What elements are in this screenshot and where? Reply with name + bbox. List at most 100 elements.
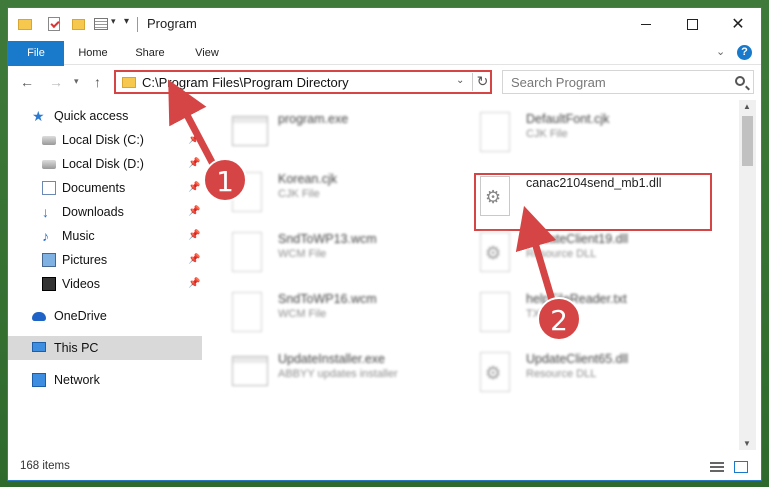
ribbon: File Home Share View ⌄ ? <box>8 41 761 97</box>
navigation-pane: ★ Quick access Local Disk (C:) 📌 Local D… <box>8 100 202 450</box>
scrollbar-thumb[interactable] <box>742 116 753 166</box>
pin-icon[interactable]: 📌 <box>188 224 200 248</box>
file-item[interactable]: UpdateClient65.dll Resource DLL <box>452 348 692 404</box>
search-box[interactable]: Search Program <box>502 70 754 94</box>
onedrive-icon <box>32 312 46 321</box>
videos-icon <box>42 277 56 291</box>
file-name: SndToWP16.wcm <box>278 292 377 306</box>
address-dropdown-icon[interactable]: ⌄ <box>456 75 464 86</box>
refresh-icon[interactable]: ↻ <box>472 73 492 91</box>
minimize-button[interactable] <box>623 8 669 40</box>
file-type: Resource DLL <box>526 368 597 380</box>
window-title: Program <box>147 16 197 31</box>
file-item[interactable]: UpdateInstaller.exe ABBYY updates instal… <box>204 348 444 404</box>
up-arrow-icon[interactable]: ↑ <box>94 74 101 90</box>
pin-icon[interactable]: 📌 <box>188 176 200 200</box>
sidebar-item-label: Network <box>54 373 100 387</box>
sidebar-item-local-disk-c[interactable]: Local Disk (C:) 📌 <box>8 128 202 152</box>
quick-access-properties-icon[interactable] <box>94 18 108 30</box>
star-icon: ★ <box>32 108 45 124</box>
file-item[interactable]: program.exe <box>204 108 444 164</box>
pin-icon[interactable]: 📌 <box>188 272 200 296</box>
sidebar-item-label: Documents <box>62 181 126 195</box>
sidebar-item-music[interactable]: ♪ Music 📌 <box>8 224 202 248</box>
forward-arrow-icon[interactable]: → <box>49 74 63 90</box>
new-folder-icon[interactable] <box>72 19 85 30</box>
quick-access-dropdown-icon[interactable]: ▾ <box>111 16 116 32</box>
sidebar-item-label: Local Disk (C:) <box>62 133 144 147</box>
file-list: program.exe DefaultFont.cjk CJK File Kor… <box>204 100 740 450</box>
pin-icon[interactable]: 📌 <box>188 248 200 272</box>
recent-locations-chevron-icon[interactable]: ▾ <box>74 76 79 87</box>
sidebar-item-onedrive[interactable]: OneDrive <box>8 304 202 328</box>
file-name: UpdateClient19.dll <box>526 232 629 246</box>
scroll-down-arrow-icon[interactable]: ▼ <box>743 439 751 448</box>
file-name: SndToWP13.wcm <box>278 232 377 246</box>
file-name: Korean.cjk <box>278 172 338 186</box>
step-2-badge: 2 <box>537 297 581 341</box>
sidebar-item-label: Videos <box>62 277 100 291</box>
file-item[interactable]: DefaultFont.cjk CJK File <box>452 108 692 164</box>
sidebar-item-label: This PC <box>54 341 99 355</box>
sidebar-item-pictures[interactable]: Pictures 📌 <box>8 248 202 272</box>
exe-file-icon <box>232 116 268 146</box>
expand-ribbon-chevron-icon[interactable]: ⌄ <box>716 45 725 58</box>
folder-icon[interactable] <box>18 19 32 30</box>
sidebar-item-network[interactable]: Network <box>8 368 202 392</box>
customize-toolbar-icon[interactable]: ▾ <box>124 16 129 32</box>
pin-icon[interactable]: 📌 <box>188 128 200 152</box>
properties-check-icon[interactable] <box>48 17 60 31</box>
search-input[interactable]: Search Program <box>511 75 606 90</box>
tab-share[interactable]: Share <box>126 41 174 65</box>
large-icons-view-icon[interactable] <box>734 461 748 473</box>
sidebar-item-label: OneDrive <box>54 309 107 323</box>
file-name: UpdateInstaller.exe <box>278 352 386 366</box>
file-type: ABBYY updates installer <box>278 368 398 380</box>
pictures-icon <box>42 253 56 267</box>
file-icon <box>480 112 510 152</box>
sidebar-item-downloads[interactable]: ↓ Downloads 📌 <box>8 200 202 224</box>
help-icon[interactable]: ? <box>737 45 752 60</box>
file-item[interactable]: SndToWP16.wcm WCM File <box>204 288 444 344</box>
search-icon[interactable] <box>735 76 745 86</box>
file-item[interactable]: SndToWP13.wcm WCM File <box>204 228 444 284</box>
disk-icon <box>42 136 56 145</box>
vertical-scrollbar[interactable]: ▲ ▼ <box>739 100 756 450</box>
highlight-box <box>474 173 712 231</box>
file-item[interactable]: UpdateClient19.dll Resource DLL <box>452 228 692 284</box>
pin-icon[interactable]: 📌 <box>188 152 200 176</box>
sidebar-item-videos[interactable]: Videos 📌 <box>8 272 202 296</box>
close-button[interactable]: ✕ <box>715 8 761 40</box>
installer-file-icon <box>232 356 268 386</box>
back-arrow-icon[interactable]: ← <box>20 74 34 90</box>
address-bar[interactable]: C:\Program Files\Program Directory ⌄ ↻ <box>114 70 492 94</box>
details-view-icon[interactable] <box>710 462 724 472</box>
sidebar-item-quick-access[interactable]: ★ Quick access <box>8 104 202 128</box>
file-name: UpdateClient65.dll <box>526 352 629 366</box>
sidebar-item-documents[interactable]: Documents 📌 <box>8 176 202 200</box>
sidebar-item-local-disk-d[interactable]: Local Disk (D:) 📌 <box>8 152 202 176</box>
status-bar: 168 items <box>8 452 761 480</box>
scroll-up-arrow-icon[interactable]: ▲ <box>743 102 751 111</box>
text-file-icon <box>480 292 510 332</box>
tab-home[interactable]: Home <box>70 41 116 65</box>
file-name: program.exe <box>278 112 349 126</box>
address-path[interactable]: C:\Program Files\Program Directory <box>142 75 349 90</box>
maximize-button[interactable] <box>669 8 715 40</box>
tab-view[interactable]: View <box>184 41 230 65</box>
sidebar-item-label: Pictures <box>62 253 108 267</box>
title-bar: ▾ ▾ Program ✕ <box>8 8 761 40</box>
disk-icon <box>42 160 56 169</box>
file-name: helpFileReader.txt <box>526 292 627 306</box>
title-separator <box>137 17 138 32</box>
pin-icon[interactable]: 📌 <box>188 200 200 224</box>
sidebar-item-label: Quick access <box>54 109 129 123</box>
file-type: CJK File <box>278 188 320 200</box>
sidebar-item-label: Music <box>62 229 95 243</box>
navigation-bar: ← → ▾ ↑ C:\Program Files\Program Directo… <box>8 66 761 98</box>
file-explorer-window: ▾ ▾ Program ✕ File Home Share View ⌄ ? ←… <box>7 7 762 481</box>
close-icon: ✕ <box>731 16 745 33</box>
file-type: WCM File <box>278 248 327 260</box>
file-icon <box>232 292 262 332</box>
sidebar-item-this-pc[interactable]: This PC <box>8 336 202 360</box>
